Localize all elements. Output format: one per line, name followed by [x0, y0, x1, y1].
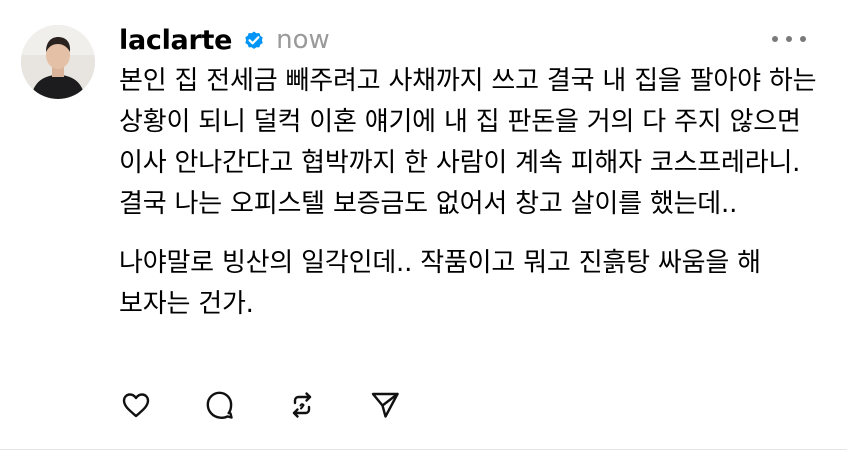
avatar[interactable]	[21, 25, 95, 99]
send-icon	[371, 392, 399, 418]
action-bar	[119, 388, 451, 422]
post-paragraph: 나야말로 빙산의 일각인데.. 작품이고 뭐고 진흙탕 싸움을 해 보자는 건가…	[119, 248, 761, 319]
more-horizontal-icon	[772, 36, 778, 42]
repost-button[interactable]	[285, 388, 319, 422]
more-dot	[800, 36, 806, 42]
divider	[0, 449, 847, 450]
more-dot	[786, 36, 792, 42]
avatar-image	[21, 25, 95, 99]
post-header: laclarte now	[119, 22, 330, 58]
post-body: 본인 집 전세금 빼주려고 사채까지 쓰고 결국 내 집을 팔아야 하는 상황이…	[119, 61, 819, 325]
like-button[interactable]	[119, 388, 153, 422]
repost-icon	[292, 392, 312, 418]
post-paragraph: 본인 집 전세금 빼주려고 사채까지 쓰고 결국 내 집을 팔아야 하는 상황이…	[119, 66, 817, 219]
timestamp: now	[276, 25, 330, 55]
reply-button[interactable]	[202, 388, 236, 422]
share-button[interactable]	[368, 388, 402, 422]
more-options-button[interactable]	[772, 28, 806, 50]
username[interactable]: laclarte	[119, 25, 232, 56]
comment-icon	[206, 391, 233, 419]
verified-badge-icon	[242, 28, 266, 52]
heart-icon	[122, 393, 150, 418]
